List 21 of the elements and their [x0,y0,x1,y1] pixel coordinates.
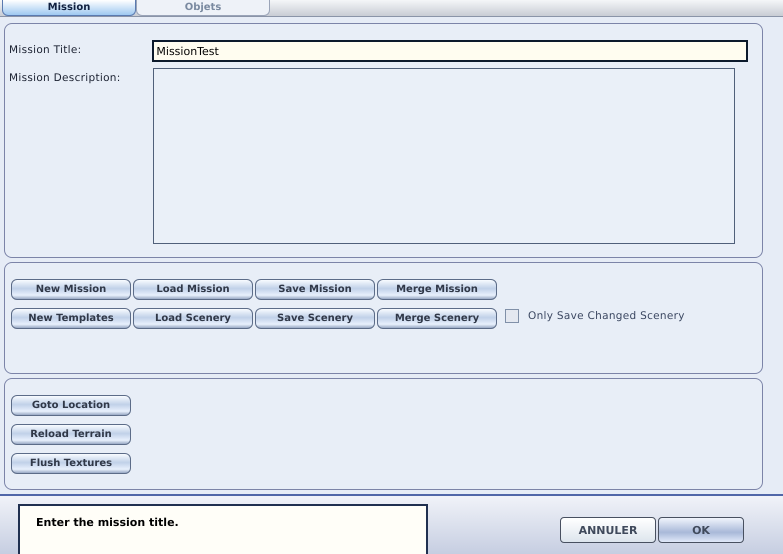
status-text: Enter the mission title. [36,516,179,529]
button[interactable]: OK [658,517,744,543]
button[interactable]: Goto Location [11,395,131,416]
checkbox-label: Only Save Changed Scenery [528,310,685,322]
button[interactable]: Flush Textures [11,453,131,474]
button[interactable]: New Templates [11,308,131,329]
button[interactable]: New Mission [11,279,131,300]
input-field[interactable] [153,68,735,244]
button[interactable]: Save Scenery [255,308,375,329]
button[interactable]: Reload Terrain [11,424,131,445]
input-field[interactable]: MissionTest [152,40,748,62]
button[interactable]: Merge Scenery [377,308,497,329]
tab[interactable]: Mission [2,0,136,16]
field-label: Mission Title: [9,43,82,56]
field-label: Mission Description: [9,71,122,84]
button[interactable]: Save Mission [255,279,375,300]
button[interactable]: Merge Mission [377,279,497,300]
button[interactable]: ANNULER [560,517,656,543]
button[interactable]: Load Mission [133,279,253,300]
button[interactable]: Load Scenery [133,308,253,329]
checkbox[interactable] [505,308,519,322]
